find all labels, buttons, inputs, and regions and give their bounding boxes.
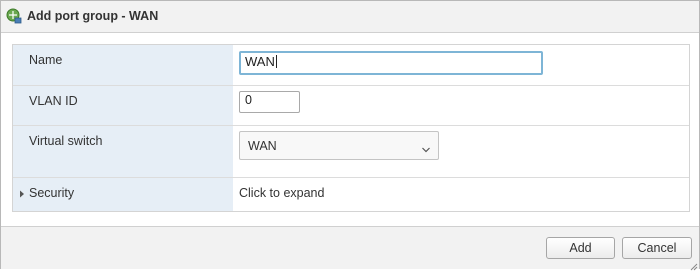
vlan-id-input-value: 0 (245, 93, 252, 107)
vlan-id-label-cell: VLAN ID (13, 86, 233, 125)
name-label-cell: Name (13, 45, 233, 85)
virtual-switch-select[interactable]: WAN (239, 131, 439, 160)
name-row: Name WAN (13, 45, 689, 86)
virtual-switch-label: Virtual switch (29, 134, 103, 148)
vlan-id-label: VLAN ID (29, 94, 78, 108)
security-label: Security (29, 186, 75, 200)
vlan-id-input[interactable]: 0 (239, 91, 300, 113)
security-row[interactable]: Security Click to expand (13, 178, 689, 211)
text-caret (275, 55, 277, 68)
dialog-titlebar[interactable]: Add port group - WAN (1, 1, 699, 33)
add-button[interactable]: Add (546, 237, 615, 259)
vlan-id-row: VLAN ID 0 (13, 86, 689, 126)
name-input-value: WAN (245, 54, 275, 69)
port-group-form: Name WAN VLAN ID 0 Virtual switch WAN Se… (12, 44, 690, 212)
expand-triangle-icon[interactable] (19, 187, 25, 198)
name-input[interactable]: WAN (239, 51, 543, 75)
security-label-cell: Security (13, 178, 233, 211)
cancel-button[interactable]: Cancel (622, 237, 692, 259)
add-port-group-dialog: Add port group - WAN Name WAN VLAN ID 0 … (0, 0, 700, 271)
security-expand-text[interactable]: Click to expand (239, 186, 324, 200)
dialog-title: Add port group - WAN (27, 9, 159, 23)
resize-grip-icon[interactable] (690, 260, 698, 271)
port-group-network-icon (6, 8, 22, 24)
virtual-switch-label-cell: Virtual switch (13, 126, 233, 177)
chevron-down-icon (422, 142, 430, 153)
virtual-switch-row: Virtual switch WAN (13, 126, 689, 178)
virtual-switch-selected-value: WAN (248, 139, 277, 153)
name-label: Name (29, 53, 63, 67)
dialog-footer: Add Cancel (1, 226, 699, 271)
